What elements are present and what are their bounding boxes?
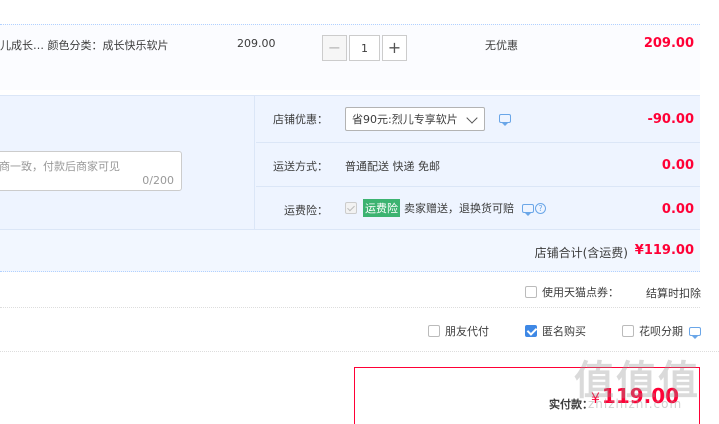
coupon-note: 结算时扣除	[646, 287, 701, 300]
chat-bubble-icon[interactable]	[499, 114, 511, 126]
item-discount-text: 无优惠	[485, 39, 518, 52]
buyer-message-counter: 0/200	[142, 174, 174, 187]
shop-discount-select[interactable]: 省90元:烈儿专享软片	[345, 107, 485, 131]
shop-options-block: 商一致，付款后商家可见 0/200 店铺优惠： 省90元:烈儿专享软片 -90.…	[0, 95, 700, 230]
chat-bubble-icon[interactable]	[689, 326, 701, 339]
buyer-message-area: 商一致，付款后商家可见 0/200	[0, 96, 255, 230]
insurance-label: 运费险：	[284, 204, 328, 217]
insurance-badge: 运费险	[363, 199, 400, 217]
chat-bubble-icon[interactable]	[522, 203, 534, 216]
shipping-label: 运送方式：	[273, 160, 328, 173]
shipping-value: 0.00	[661, 158, 694, 173]
insurance-option: 运费险 卖家赠送，退换货可赔 ?	[345, 199, 546, 217]
quantity-decrease-button[interactable]: −	[322, 35, 347, 61]
quantity-stepper: − 1 +	[322, 35, 407, 61]
friend-pay-checkbox[interactable]	[428, 325, 440, 337]
huabei-installment-option[interactable]: 花呗分期	[622, 323, 701, 339]
insurance-text: 卖家赠送，退换货可赔	[404, 202, 514, 215]
insurance-value: 0.00	[661, 202, 694, 217]
order-item-row: 儿成长… 颜色分类：成长快乐软片 209.00 − 1 + 无优惠 209.00	[0, 24, 700, 90]
shop-discount-label: 店铺优惠：	[273, 113, 328, 126]
anonymous-purchase-option[interactable]: 匿名购买	[525, 323, 586, 339]
shop-total-value: ¥119.00	[634, 243, 694, 258]
tmall-coupon-option[interactable]: 使用天猫点券：	[525, 284, 619, 300]
shop-total-label: 店铺合计(含运费)	[534, 246, 628, 260]
watermark: 值值值 zhizhizhi.com	[568, 342, 718, 424]
anonymous-purchase-checkbox[interactable]	[525, 325, 537, 337]
shop-discount-row: 店铺优惠： 省90元:烈儿专享软片 -90.00	[256, 96, 700, 143]
shipping-row: 运送方式： 普通配送 快递 免邮 0.00	[256, 143, 700, 187]
buyer-message-placeholder: 商一致，付款后商家可见	[0, 160, 120, 173]
friend-pay-label: 朋友代付	[445, 325, 489, 338]
watermark-url: zhizhizhi.com	[588, 397, 683, 411]
anonymous-purchase-label: 匿名购买	[542, 325, 586, 338]
huabei-installment-checkbox[interactable]	[622, 325, 634, 337]
item-description: 儿成长… 颜色分类：成长快乐软片	[0, 39, 169, 52]
quantity-input[interactable]: 1	[349, 35, 380, 61]
insurance-row: 运费险： 运费险 卖家赠送，退换货可赔 ? 0.00	[256, 187, 700, 230]
shop-discount-value: -90.00	[647, 112, 694, 127]
tmall-coupon-label: 使用天猫点券：	[542, 286, 619, 299]
shipping-method-text: 普通配送 快递 免邮	[345, 160, 440, 173]
shop-total-row: 店铺合计(含运费) ¥119.00	[0, 229, 700, 272]
item-unit-price: 209.00	[237, 37, 276, 50]
shop-discount-selected: 省90元:烈儿专享软片	[352, 113, 458, 126]
chevron-down-icon	[466, 112, 478, 124]
tmall-coupon-checkbox[interactable]	[525, 286, 537, 298]
item-total-price: 209.00	[643, 36, 694, 51]
buyer-message-input[interactable]: 商一致，付款后商家可见 0/200	[0, 151, 182, 191]
quantity-increase-button[interactable]: +	[382, 35, 407, 61]
huabei-installment-label: 花呗分期	[639, 325, 683, 338]
coupon-row: 使用天猫点券： 结算时扣除	[0, 272, 701, 308]
friend-pay-option[interactable]: 朋友代付	[428, 323, 489, 339]
help-icon[interactable]: ?	[535, 202, 546, 214]
insurance-checkbox	[345, 202, 357, 214]
